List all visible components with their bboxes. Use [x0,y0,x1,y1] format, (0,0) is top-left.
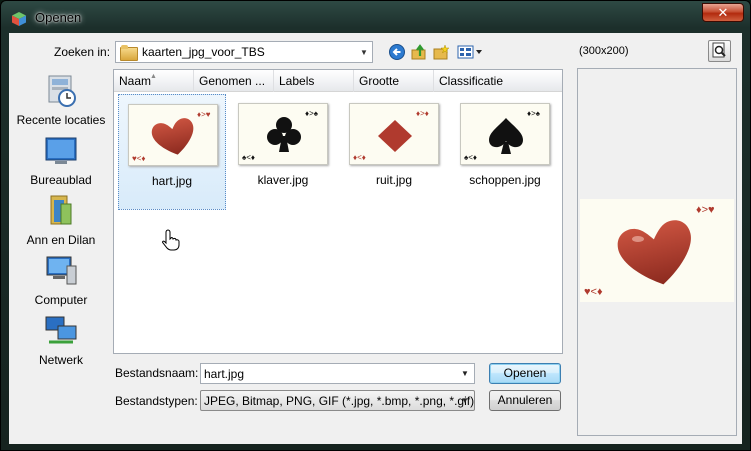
corner-top-text: ♦>♦ [416,109,429,118]
look-in-dropdown[interactable]: kaarten_jpg_voor_TBS ▼ [115,41,373,63]
dialog-client-area: Zoeken in: kaarten_jpg_voor_TBS ▼ Recent… [9,33,742,444]
new-folder-icon[interactable] [433,44,449,60]
file-name: hart.jpg [151,174,193,188]
folder-icon [120,45,138,61]
dialog-window: Openen ✕ Zoeken in: kaarten_jpg_voor_TBS… [0,0,751,451]
up-folder-icon[interactable] [411,44,427,60]
corner-bottom-text: ♠<♦ [242,153,255,162]
thumbnail: ♦>♥ ♥<♦ [128,104,218,166]
close-button[interactable]: ✕ [702,3,744,22]
column-labels[interactable]: Labels [274,70,354,92]
places-bar: Recente locaties Bureaublad Ann en Dilan [15,68,107,428]
cancel-button[interactable]: Annuleren [489,390,561,411]
magnifier-page-icon [712,42,726,58]
place-computer[interactable]: Computer [15,254,107,310]
corner-bottom-text: ♦<♦ [353,153,366,162]
file-name: ruit.jpg [375,173,413,187]
place-network[interactable]: Netwerk [15,314,107,370]
app-cube-icon [12,12,26,26]
file-name: schoppen.jpg [469,173,541,187]
view-menu-icon[interactable] [457,44,483,60]
column-name[interactable]: ▲ Naam [114,70,194,92]
thumbnail: ♦>♦ ♦<♦ [349,103,439,165]
corner-bottom-text: ♥<♦ [132,154,146,163]
filetype-value: JPEG, Bitmap, PNG, GIF (*.jpg, *.bmp, *.… [204,393,475,408]
place-label: Ann en Dilan [26,233,96,247]
file-tile-klaver[interactable]: ♦>♠ ♠<♦ klaver.jpg [229,94,337,210]
computer-icon [46,256,77,285]
window-title: Openen [35,10,82,25]
file-name: klaver.jpg [257,173,309,187]
place-desktop[interactable]: Bureaublad [15,134,107,190]
title-bar[interactable]: Openen ✕ [1,1,750,35]
thumbnail: ♦>♠ ♠<♦ [460,103,550,165]
file-tile-schoppen[interactable]: ♦>♠ ♠<♦ schoppen.jpg [451,94,559,210]
sort-arrow-icon: ▲ [150,73,157,80]
chevron-down-icon[interactable]: ▼ [458,391,472,410]
hand-cursor-icon [162,229,180,251]
column-size[interactable]: Grootte [354,70,434,92]
chevron-down-icon[interactable]: ▼ [356,48,372,57]
filename-input[interactable]: hart.jpg ▼ [200,363,475,384]
filename-value: hart.jpg [204,366,245,381]
network-icon [45,316,77,344]
place-label: Recente locaties [16,113,106,127]
place-label: Bureaublad [30,173,92,187]
place-label: Netwerk [38,353,83,367]
place-user-folder[interactable]: Ann en Dilan [15,194,107,250]
file-tile-hart[interactable]: ♦>♥ ♥<♦ hart.jpg [118,94,226,210]
user-folder-icon [50,195,72,225]
look-in-value: kaarten_jpg_voor_TBS [142,45,265,59]
filetype-select[interactable]: JPEG, Bitmap, PNG, GIF (*.jpg, *.bmp, *.… [200,390,475,411]
column-header: ▲ Naam Genomen ... Labels Grootte Classi… [114,70,562,92]
filename-label: Bestandsnaam: [115,366,199,380]
heart-card-image: ♦>♥ ♥<♦ [132,110,211,163]
club-card-image: ♦>♠ ♠<♦ [242,109,319,162]
thumbnail: ♦>♠ ♠<♦ [238,103,328,165]
corner-top-text: ♦>♥ [197,110,211,119]
file-tile-ruit[interactable]: ♦>♦ ♦<♦ ruit.jpg [340,94,448,210]
look-in-label: Zoeken in: [54,45,111,59]
preview-pane: ♦>♥ ♥<♦ [577,68,737,436]
preview-image: ♦>♥ ♥<♦ [580,199,734,302]
filetype-label: Bestandstypen: [115,394,198,408]
spade-card-image: ♦>♠ ♠<♦ [464,109,541,162]
back-arrow-icon[interactable] [389,44,405,60]
corner-top-text: ♦>♥ [696,204,715,216]
diamond-card-image: ♦>♦ ♦<♦ [353,109,429,162]
corner-top-text: ♦>♠ [527,109,541,118]
place-recent-locations[interactable]: Recente locaties [15,74,107,130]
heart-preview-image: ♦>♥ ♥<♦ [584,204,715,298]
recent-locations-icon [48,75,76,107]
preview-size-label: (300x200) [579,45,629,57]
preview-zoom-button[interactable] [708,40,731,62]
corner-bottom-text: ♥<♦ [584,286,603,298]
chevron-down-icon[interactable]: ▼ [458,364,472,383]
file-list[interactable]: ▲ Naam Genomen ... Labels Grootte Classi… [113,69,563,354]
corner-bottom-text: ♠<♦ [464,153,477,162]
desktop-icon [45,137,77,164]
corner-top-text: ♦>♠ [305,109,319,118]
column-rating[interactable]: Classificatie [434,70,562,92]
column-date-taken[interactable]: Genomen ... [194,70,274,92]
place-label: Computer [34,293,88,307]
open-button[interactable]: Openen [489,363,561,384]
